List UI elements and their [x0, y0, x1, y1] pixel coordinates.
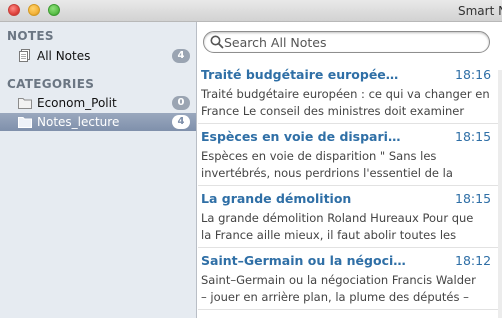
scrollbar[interactable] [498, 70, 502, 318]
notes-section-header: NOTES [7, 29, 54, 43]
note-preview-line: France Le conseil des ministres doit exa… [201, 104, 465, 118]
search-icon [210, 35, 224, 49]
sidebar-item-econom-polit[interactable]: Econom_Polit 0 [0, 94, 196, 112]
note-time: 18:12 [455, 253, 492, 268]
note-list-item[interactable]: Saint–Germain ou la négoci… 18:12 Saint–… [198, 248, 502, 310]
note-preview-line: – jouer en arrière plan, la plume des dé… [201, 290, 469, 304]
notes-list-pane: Traité budgétaire européen… 18:16 Traité… [198, 22, 502, 318]
note-preview: Saint–Germain ou la négociation Francis … [201, 272, 491, 306]
note-title: Saint–Germain ou la négoci… [201, 253, 406, 268]
note-preview-line: invertébrés, nous perdrions l'essentiel … [201, 166, 453, 180]
note-time: 18:16 [455, 67, 492, 82]
note-preview-line: Espèces en voie de disparition " Sans le… [201, 149, 437, 163]
note-count-badge: 0 [172, 96, 190, 110]
window-title: Smart N [458, 4, 502, 18]
note-preview-line: Traité budgétaire européen : ce qui va c… [201, 87, 490, 101]
folder-icon [18, 98, 32, 109]
sidebar: NOTES All Notes 4 CATEGORIES Econom_Poli… [0, 22, 197, 318]
note-preview: Espèces en voie de disparition " Sans le… [201, 148, 491, 182]
sidebar-item-all-notes[interactable]: All Notes 4 [0, 47, 196, 65]
minimize-window-button[interactable] [28, 4, 40, 16]
sidebar-item-label: All Notes [37, 49, 91, 63]
note-preview-line: Saint–Germain ou la négociation Francis … [201, 273, 476, 287]
close-window-button[interactable] [8, 4, 20, 16]
note-title: Espèces en voie de disparition [201, 129, 406, 144]
categories-section-header: CATEGORIES [7, 77, 95, 91]
note-preview: La grande démolition Roland Hureaux Pour… [201, 210, 491, 244]
search-field[interactable] [203, 31, 490, 53]
note-title: Traité budgétaire européen… [201, 67, 406, 82]
sidebar-item-notes-lecture[interactable]: Notes_lecture 4 [0, 113, 196, 131]
zoom-window-button[interactable] [48, 4, 60, 16]
sidebar-item-label: Econom_Polit [37, 96, 117, 110]
note-title: La grande démolition [201, 191, 352, 206]
note-preview-line: la France aille mieux, il faut abolir to… [201, 228, 457, 242]
note-count-badge: 4 [172, 49, 190, 63]
search-input[interactable] [224, 33, 479, 51]
note-count-badge: 4 [172, 115, 190, 129]
note-preview: Traité budgétaire européen : ce qui va c… [201, 86, 491, 120]
note-time: 18:15 [455, 129, 492, 144]
note-time: 18:15 [455, 191, 492, 206]
title-bar: Smart N [0, 0, 502, 22]
note-list-item[interactable]: La grande démolition 18:15 La grande dém… [198, 186, 502, 248]
folder-icon [18, 117, 32, 128]
note-list-item[interactable]: Traité budgétaire européen… 18:16 Traité… [198, 62, 502, 124]
note-preview-line: La grande démolition Roland Hureaux Pour… [201, 211, 474, 225]
notes-icon [19, 49, 30, 62]
note-list-item[interactable]: Espèces en voie de disparition 18:15 Esp… [198, 124, 502, 186]
sidebar-item-label: Notes_lecture [37, 115, 120, 129]
